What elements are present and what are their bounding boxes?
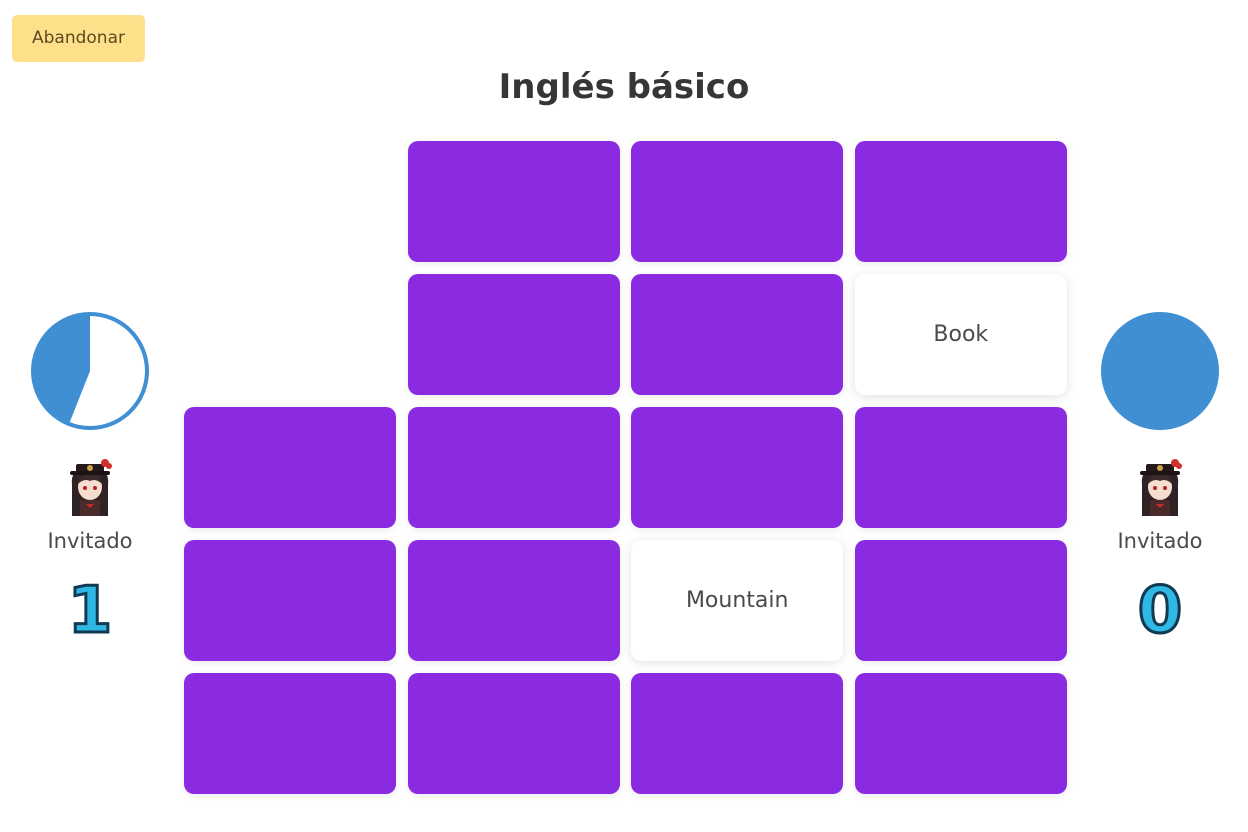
card-hidden[interactable] — [184, 540, 396, 661]
player-score: 1 — [66, 574, 114, 648]
player-name: Invitado — [1117, 529, 1203, 553]
card-hidden[interactable] — [854, 407, 1067, 528]
player-name: Invitado — [47, 529, 133, 553]
quit-button[interactable]: Abandonar — [12, 15, 145, 62]
player-score: 0 — [1136, 574, 1184, 648]
card-hidden[interactable] — [407, 407, 620, 528]
memory-board: Book Mountain — [184, 141, 1067, 794]
game-title: Inglés básico — [498, 67, 750, 107]
card-hidden[interactable] — [631, 274, 844, 395]
card-hidden[interactable] — [631, 407, 844, 528]
card-hidden[interactable] — [631, 673, 844, 794]
card-hidden[interactable] — [854, 540, 1067, 661]
card-word: Book — [933, 322, 989, 347]
card-revealed[interactable]: Book — [854, 274, 1067, 395]
card-hidden[interactable] — [407, 274, 620, 395]
empty-slot — [184, 141, 396, 262]
game-screen: Abandonar Inglés básico Invitado 1 Invit… — [0, 0, 1248, 832]
card-revealed[interactable]: Mountain — [631, 540, 844, 661]
turn-timer-icon — [1101, 312, 1219, 430]
card-hidden[interactable] — [407, 141, 620, 262]
card-hidden[interactable] — [407, 540, 620, 661]
anime-character-avatar-icon — [1140, 459, 1182, 516]
empty-slot — [184, 274, 396, 395]
card-hidden[interactable] — [631, 141, 844, 262]
turn-timer-icon — [31, 312, 149, 430]
player-panel-right: Invitado 0 — [1099, 310, 1221, 648]
card-hidden[interactable] — [184, 407, 396, 528]
card-word: Mountain — [685, 588, 789, 613]
anime-character-avatar-icon — [70, 459, 112, 516]
card-hidden[interactable] — [854, 673, 1067, 794]
card-hidden[interactable] — [854, 141, 1067, 262]
card-hidden[interactable] — [407, 673, 620, 794]
card-hidden[interactable] — [184, 673, 396, 794]
player-panel-left: Invitado 1 — [29, 310, 151, 648]
